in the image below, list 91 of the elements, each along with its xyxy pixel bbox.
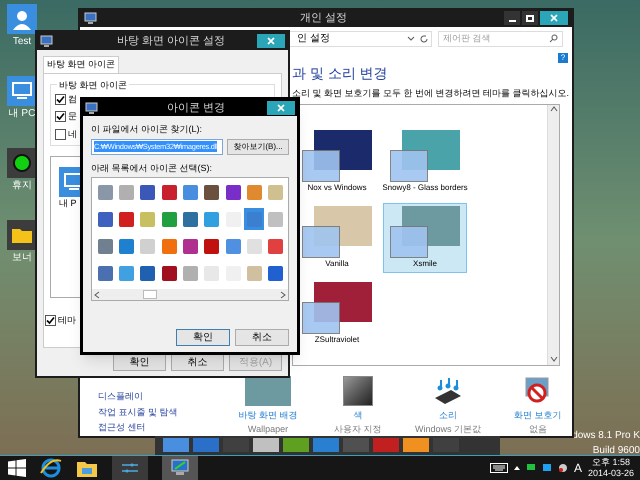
desktop-icon-label[interactable]: 보너 [12, 250, 32, 265]
setting-value: Wallpaper [248, 422, 288, 436]
field-label: 아래 목록에서 아이콘 선택(S): [91, 162, 213, 175]
clock-date[interactable]: 2014-03-26 [588, 468, 634, 479]
checkbox-label: 네 [68, 128, 77, 140]
desktop-build-text: Build 9600 [592, 444, 640, 458]
checkbox[interactable] [55, 128, 66, 140]
setting-title-link[interactable]: 소리 [439, 409, 457, 422]
monitor-icon[interactable] [542, 463, 552, 473]
sidebar-link[interactable]: 작업 표시줄 및 탐색 [98, 406, 238, 419]
checkbox[interactable] [55, 111, 66, 122]
page-description: 소리 및 화면 보호기를 모두 한 번에 변경하려면 테마를 클릭하십시오. [292, 86, 570, 100]
theme-name: Vanilla [325, 258, 349, 270]
monitor-icon [85, 102, 98, 114]
group-title: 바탕 화면 아이콘 [57, 78, 130, 92]
minimize-button[interactable] [504, 11, 520, 26]
horizontal-scrollbar[interactable] [92, 289, 288, 300]
dialog-title: 바탕 화면 아이콘 설정 [117, 34, 226, 49]
theme-name: Xsmile [412, 258, 437, 270]
keyboard-icon[interactable] [490, 463, 508, 473]
setting-value: Windows 기본값 [415, 422, 482, 436]
scroll-up-icon[interactable] [550, 105, 558, 113]
scroll-left-icon[interactable] [94, 290, 100, 298]
dialog-title: 아이콘 변경 [167, 100, 226, 116]
input-language-indicator[interactable]: A [574, 459, 582, 477]
photo-placeholder[interactable] [245, 376, 291, 406]
monitor-icon[interactable] [7, 76, 37, 106]
refresh-icon[interactable] [419, 34, 429, 44]
theme-color-swatch [390, 226, 428, 258]
scroll-thumb[interactable] [143, 290, 157, 299]
setting-title-link[interactable]: 화면 보호기 [514, 409, 562, 422]
search-input[interactable]: 제어판 검색 [443, 32, 543, 46]
maximize-button[interactable] [522, 11, 538, 26]
page-heading: 과 및 소리 변경 [292, 64, 388, 82]
theme-color-swatch [302, 226, 340, 258]
icon-option[interactable] [244, 208, 264, 230]
flag-icon[interactable] [526, 463, 536, 473]
theme-name: Nox vs Windows [307, 182, 367, 194]
theme-color-swatch [302, 302, 340, 334]
setting-value: 사용자 지정 [334, 422, 382, 436]
folder-icon[interactable] [7, 220, 37, 250]
taskbar-button[interactable] [112, 456, 148, 480]
chevron-down-icon[interactable] [407, 36, 415, 42]
scrollbar[interactable] [547, 105, 559, 365]
setting-value: 없음 [529, 422, 547, 436]
windows-logo-icon[interactable] [8, 459, 26, 477]
setting-title-link[interactable]: 바탕 화면 배경 [238, 409, 298, 422]
theme-color-swatch [390, 150, 428, 182]
monitor-icon [84, 12, 97, 24]
browser-e-icon[interactable] [40, 457, 62, 479]
scroll-down-icon[interactable] [550, 355, 558, 363]
monitor-icon [170, 459, 190, 477]
checkbox-label: 테마 [58, 314, 76, 327]
tab[interactable]: 바탕 화면 아이콘 [43, 56, 120, 72]
theme-name: ZSultraviolet [314, 334, 360, 346]
close-icon [277, 104, 285, 112]
dialog-button[interactable]: 확인 [176, 329, 230, 346]
sidebar-link[interactable]: 디스플레이 [98, 390, 238, 404]
close-button[interactable] [540, 11, 568, 26]
help-icon[interactable]: ? [558, 52, 568, 62]
theme-name: Snowy8 - Glass borders [382, 182, 468, 194]
close-icon [267, 37, 275, 45]
checkbox-label: 컴 [68, 92, 77, 106]
setting-title-link[interactable]: 색 [354, 409, 362, 422]
desktop-icon-label[interactable]: Test [12, 34, 32, 49]
status-light-icon[interactable] [7, 148, 37, 178]
theme-item[interactable]: Xsmile [383, 203, 467, 273]
caret-up-icon[interactable] [514, 466, 520, 470]
taskbar-button[interactable] [162, 456, 198, 480]
scroll-right-icon[interactable] [280, 290, 286, 298]
theme-item[interactable]: Snowy8 - Glass borders [383, 127, 467, 197]
checkbox-label: 문 [68, 110, 77, 123]
close-icon [550, 14, 558, 22]
dialog-button[interactable]: 취소 [235, 329, 289, 346]
monitor-icon [40, 35, 53, 47]
window-title: 개인 설정 [300, 11, 348, 26]
desktop-icon-label[interactable]: 휴지 [12, 178, 32, 193]
user-icon[interactable] [7, 4, 37, 34]
clock-time[interactable]: 오후 1:58 [592, 457, 630, 468]
search-field[interactable]: 제어판 검색 [438, 30, 563, 46]
checkbox[interactable] [45, 315, 56, 326]
search-icon [549, 34, 558, 43]
color-swatch[interactable] [343, 376, 373, 406]
theme-color-swatch [302, 150, 340, 182]
speaker-icon[interactable] [558, 463, 568, 473]
checkbox[interactable] [55, 94, 66, 105]
sidebar-link[interactable]: 접근성 센터 [98, 421, 238, 434]
browse-button[interactable]: 찾아보기(B)... [227, 138, 289, 154]
field-label: 이 파일에서 아이콘 찾기(L): [91, 123, 204, 136]
desktop-icon-label[interactable]: 내 PC [8, 106, 36, 121]
sliders-icon [122, 462, 138, 474]
